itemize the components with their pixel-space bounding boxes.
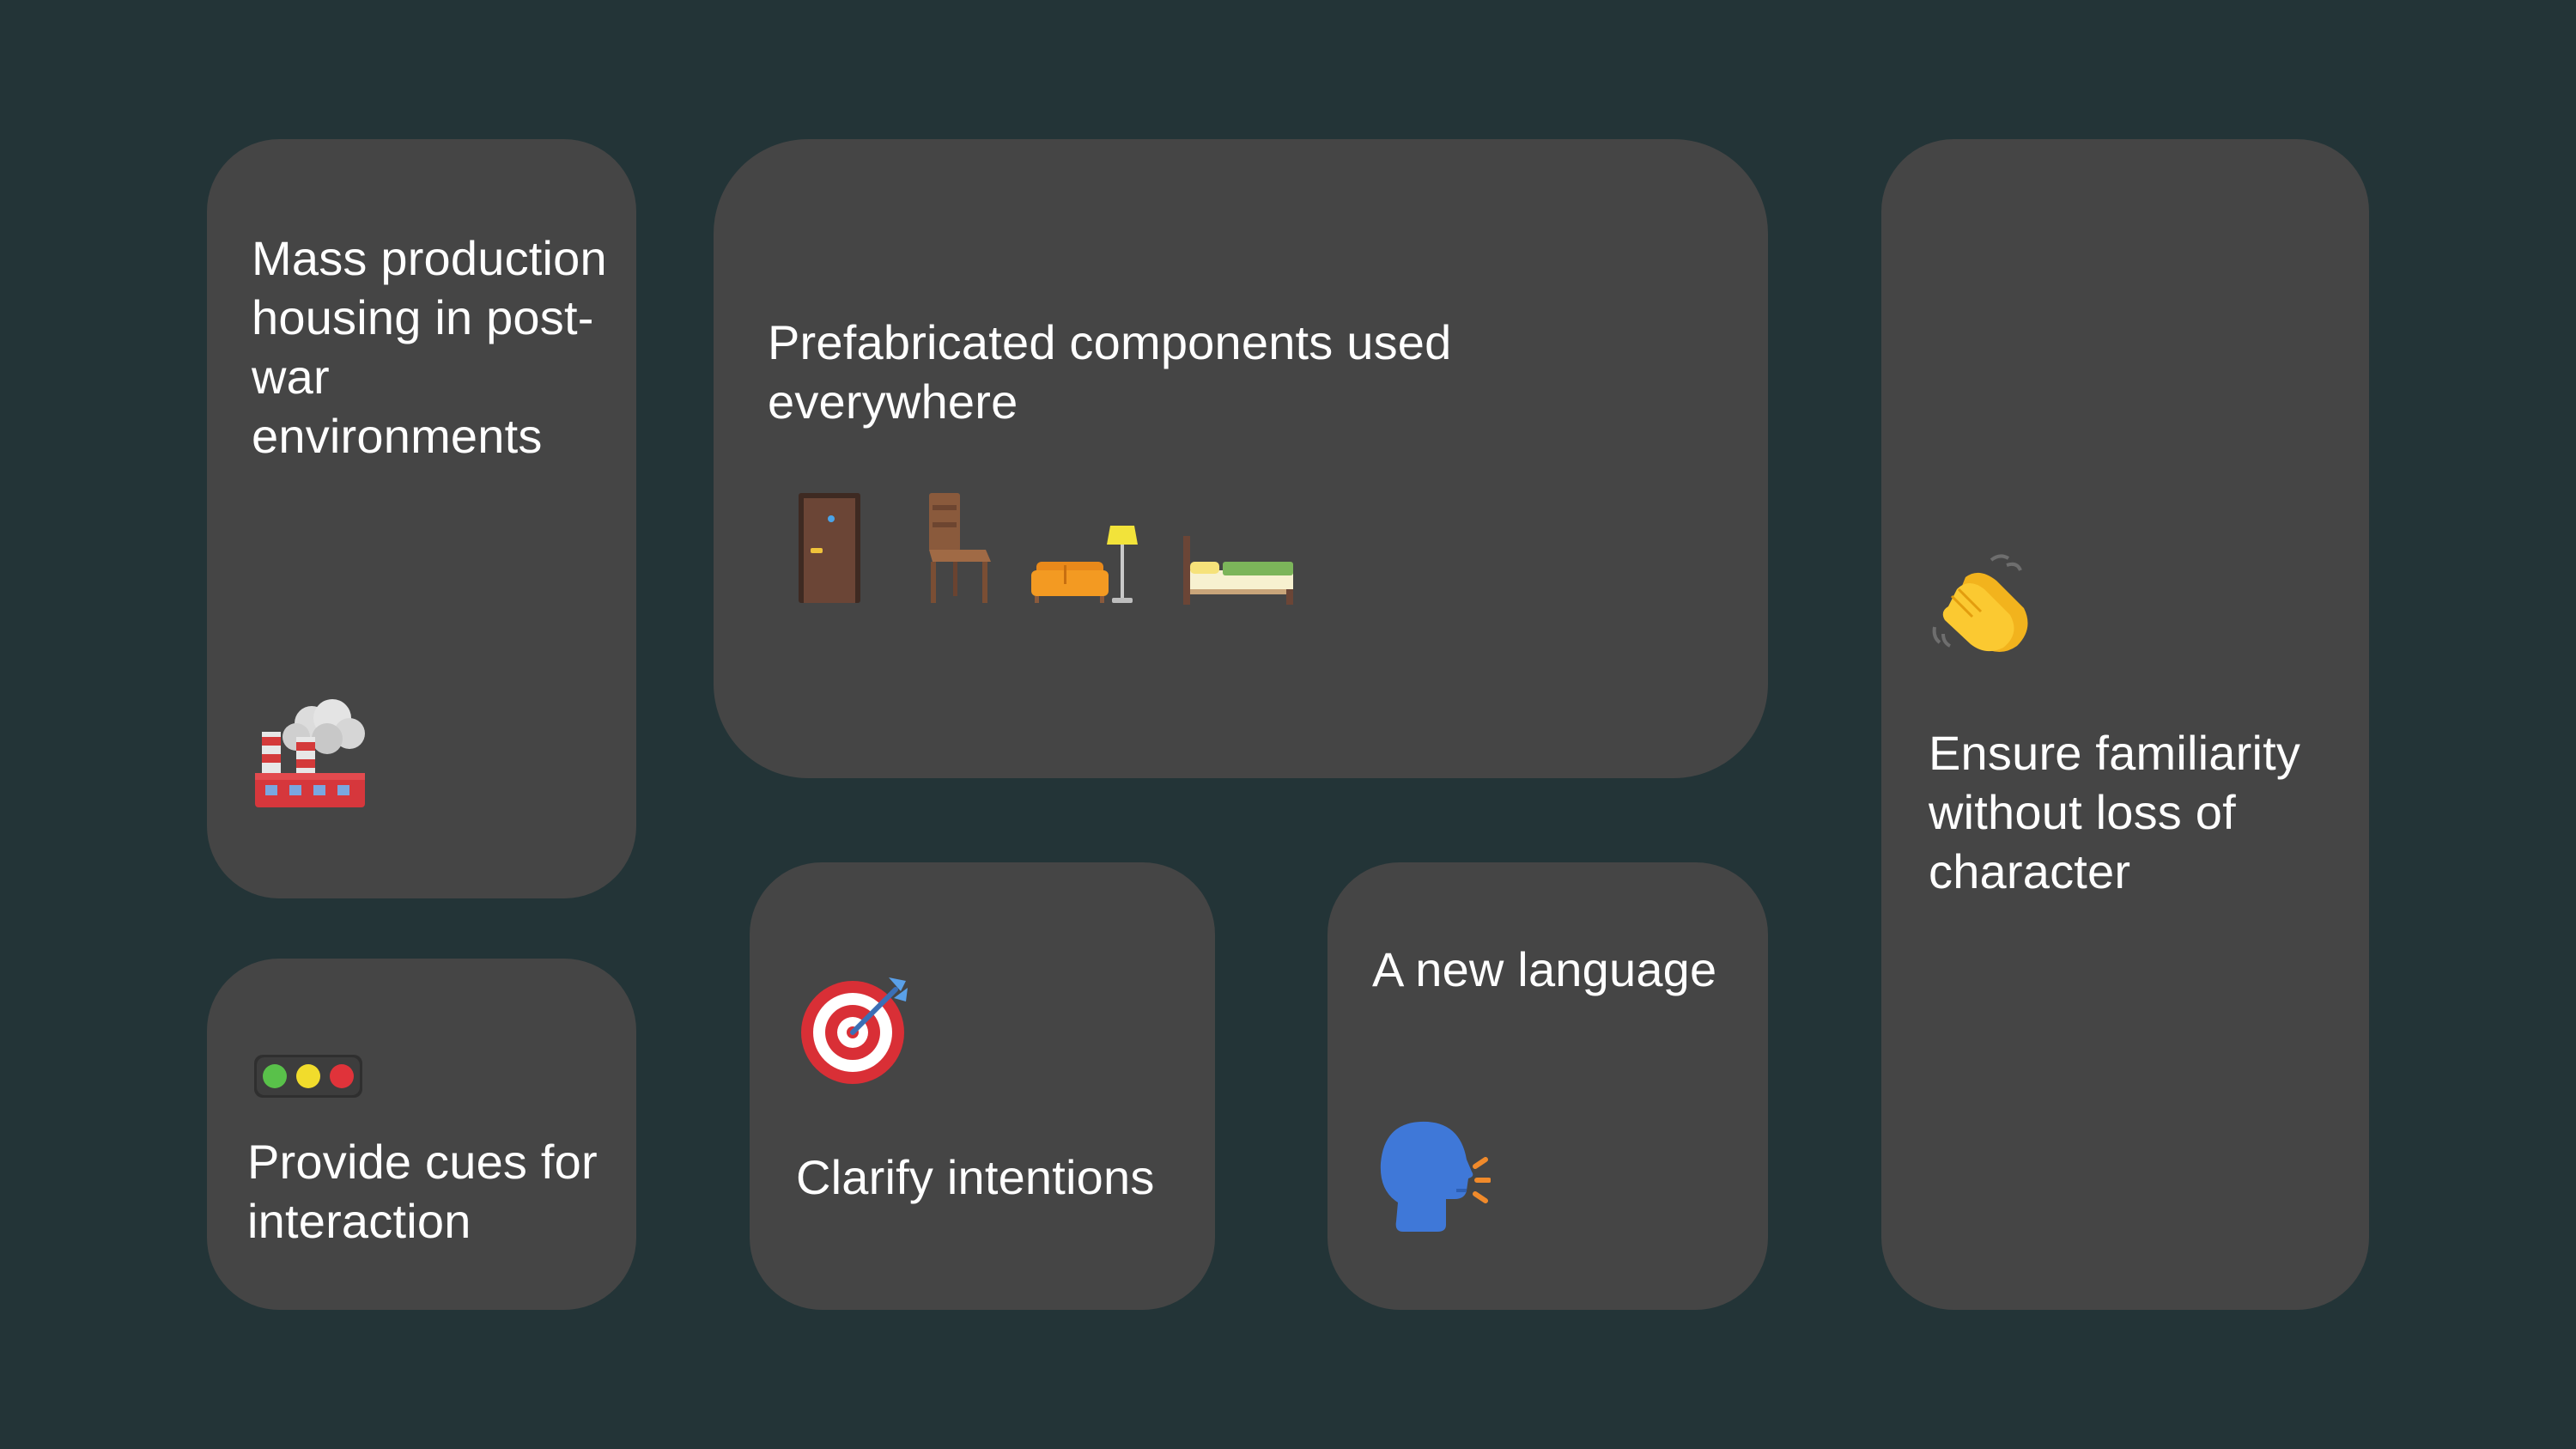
card-prefabricated-components: Prefabricated components used everywhere — [714, 139, 1768, 778]
card-clarify-intentions: Clarify intentions — [750, 862, 1215, 1310]
card-new-language: A new language — [1327, 862, 1768, 1310]
card-prefabricated-components-text: Prefabricated components used everywhere — [768, 315, 1452, 429]
card-provide-cues: Provide cues for interaction — [207, 959, 636, 1310]
card-ensure-familiarity: Ensure familiarity without loss of chara… — [1881, 139, 2369, 1310]
speaking-head-icon — [1380, 1121, 1491, 1232]
card-new-language-text: A new language — [1372, 942, 1717, 996]
card-clarify-intentions-text: Clarify intentions — [796, 1150, 1155, 1204]
card-mass-production: Mass production housing in post-war envi… — [207, 139, 636, 898]
factory-icon — [255, 699, 365, 807]
card-provide-cues-text: Provide cues for interaction — [247, 1135, 598, 1248]
direct-hit-icon — [801, 977, 908, 1084]
clapping-hands-icon — [1932, 554, 2028, 652]
card-mass-production-text: Mass production housing in post-war envi… — [252, 231, 607, 463]
traffic-light-icon — [254, 1055, 362, 1098]
bed-icon — [1183, 536, 1293, 605]
card-ensure-familiarity-text: Ensure familiarity without loss of chara… — [1929, 726, 2301, 898]
chair-icon — [929, 493, 991, 603]
couch-and-lamp-icon — [1031, 526, 1138, 603]
door-icon — [799, 493, 860, 603]
